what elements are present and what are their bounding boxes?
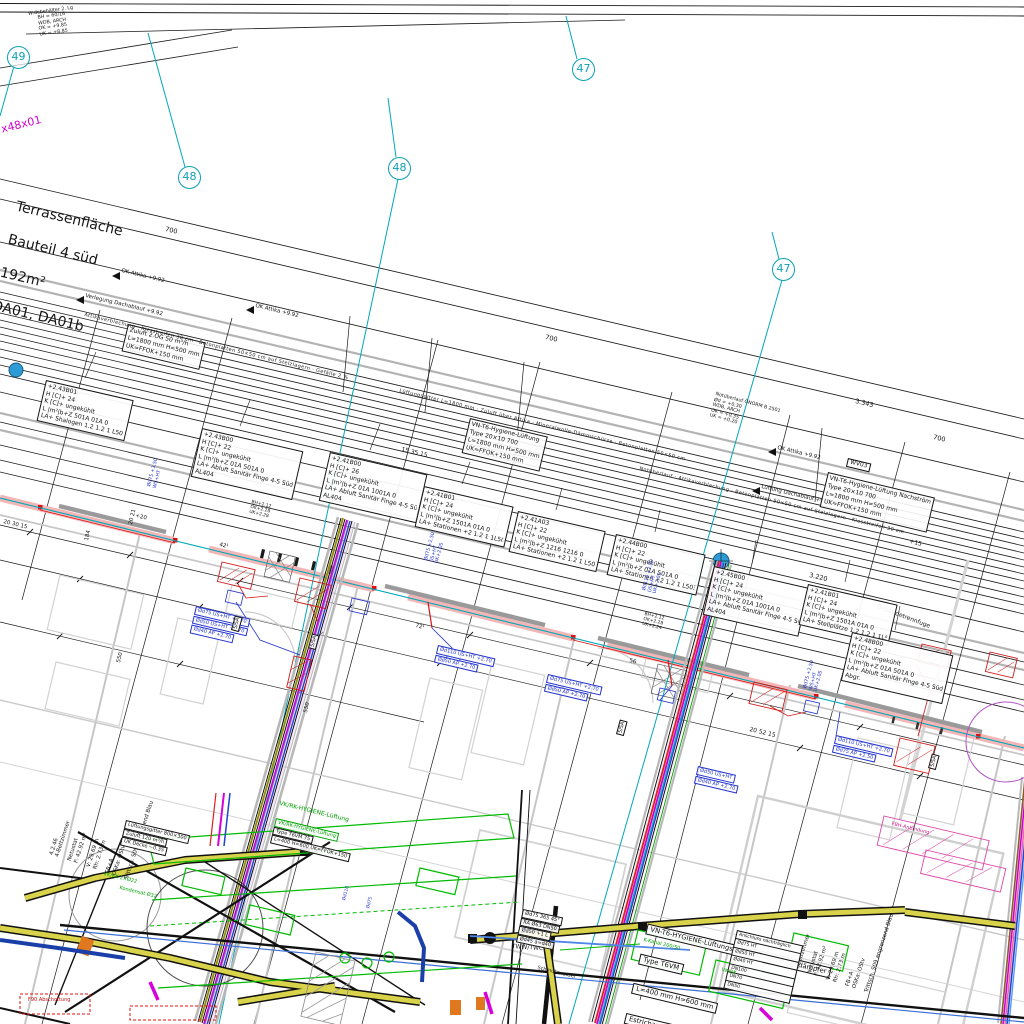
grid-bubble-47a: 47 bbox=[572, 58, 595, 81]
grid-leader-lines bbox=[0, 16, 1024, 1024]
f90-label: F90 Abschottung bbox=[28, 998, 70, 1004]
grid-bubble-47b: 47 bbox=[772, 258, 795, 281]
area-label-line1: Terrassenfläche bbox=[14, 199, 124, 241]
top-border-lines bbox=[0, 4, 1024, 17]
grid-bubble-49: 49 bbox=[7, 46, 30, 69]
duct-column-1 bbox=[195, 517, 358, 1024]
right-edge-bundle bbox=[998, 777, 1024, 1024]
upper-wing-lines bbox=[0, 20, 625, 86]
area-label-line2: Bauteil 4 süd bbox=[6, 232, 116, 274]
grid-bubble-48b: 48 bbox=[388, 157, 411, 180]
cad-drawing-canvas[interactable]: 49 48 48 47 47 Terrassenfläche Bauteil 4… bbox=[0, 0, 1024, 1024]
dim-56: 56 bbox=[629, 658, 637, 666]
grid-bubble-48a: 48 bbox=[178, 166, 201, 189]
